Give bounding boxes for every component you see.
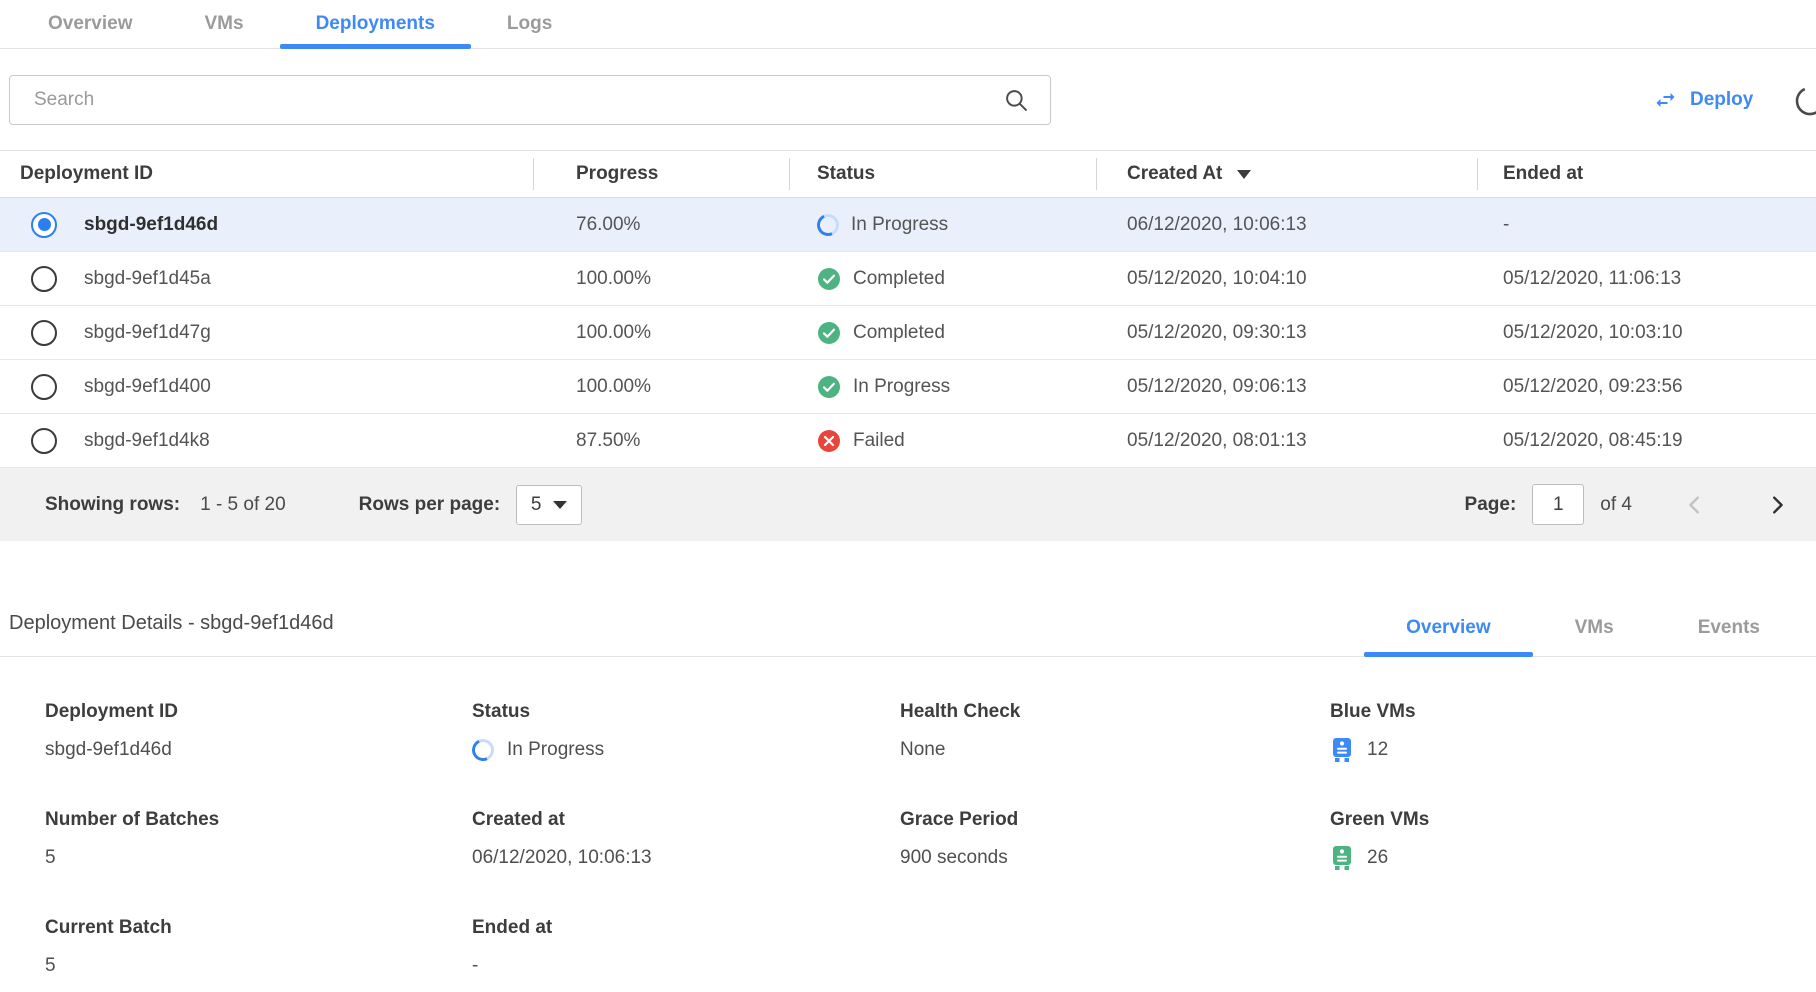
column-header-created-at[interactable]: Created At: [1096, 151, 1477, 197]
ended-at-cell: 05/12/2020, 10:03:10: [1477, 322, 1816, 344]
search-icon[interactable]: [1003, 87, 1029, 113]
table-pagination-bar: Showing rows: 1 - 5 of 20 Rows per page:…: [0, 468, 1816, 541]
row-radio-button[interactable]: [31, 320, 57, 346]
table-row[interactable]: sbgd-9ef1d45a 100.00% Completed 05/12/20…: [0, 252, 1816, 306]
deployment-id-cell: sbgd-9ef1d46d: [84, 214, 218, 236]
rows-per-page-label: Rows per page:: [359, 494, 500, 516]
created-at-cell: 06/12/2020, 10:06:13: [1096, 214, 1477, 236]
field-green-vms: Green VMs 26: [1330, 809, 1816, 871]
deployment-id-cell: sbgd-9ef1d400: [84, 376, 211, 398]
refresh-icon[interactable]: [1792, 83, 1816, 119]
tab-vms[interactable]: VMs: [169, 0, 280, 48]
page-total: of 4: [1600, 494, 1632, 516]
field-grace-period: Grace Period 900 seconds: [900, 809, 1330, 871]
sort-desc-icon: [1236, 168, 1252, 180]
green-vm-icon: [1330, 845, 1354, 871]
tab-overview[interactable]: Overview: [12, 0, 169, 48]
created-at-cell: 05/12/2020, 09:06:13: [1096, 376, 1477, 398]
field-health-check: Health Check None: [900, 701, 1330, 763]
search-input[interactable]: [9, 75, 1051, 125]
details-tab-overview[interactable]: Overview: [1364, 600, 1533, 656]
tab-deployments-label: Deployments: [316, 13, 435, 35]
previous-page-icon[interactable]: [1684, 494, 1706, 516]
column-header-progress: Progress: [533, 151, 789, 197]
status-cell: In Progress: [789, 375, 1096, 399]
ended-at-cell: 05/12/2020, 11:06:13: [1477, 268, 1816, 290]
deployments-table: Deployment ID Progress Status Created At…: [0, 150, 1816, 541]
deploy-button-label: Deploy: [1690, 89, 1753, 111]
row-radio-button[interactable]: [31, 212, 57, 238]
status-check-icon: [817, 321, 841, 345]
deploy-button[interactable]: Deploy: [1652, 88, 1753, 112]
details-header: Deployment Details - sbgd-9ef1d46d Overv…: [0, 600, 1816, 657]
pager: Page: of 4: [1465, 484, 1788, 525]
created-at-cell: 05/12/2020, 09:30:13: [1096, 322, 1477, 344]
tab-vms-label: VMs: [205, 13, 244, 35]
status-cell: In Progress: [789, 214, 1096, 236]
field-current-batch: Current Batch 5: [45, 917, 472, 979]
rows-per-page-select[interactable]: 5: [516, 485, 582, 525]
created-at-cell: 05/12/2020, 08:01:13: [1096, 430, 1477, 452]
tab-deployments[interactable]: Deployments: [280, 0, 471, 48]
tab-logs-label: Logs: [507, 13, 552, 35]
table-row[interactable]: sbgd-9ef1d400 100.00% In Progress 05/12/…: [0, 360, 1816, 414]
table-row[interactable]: sbgd-9ef1d47g 100.00% Completed 05/12/20…: [0, 306, 1816, 360]
toolbar: Deploy: [0, 75, 1816, 127]
row-radio-button[interactable]: [31, 428, 57, 454]
page-label: Page:: [1465, 494, 1517, 516]
field-created-at: Created at 06/12/2020, 10:06:13: [472, 809, 900, 871]
details-tab-events[interactable]: Events: [1656, 600, 1802, 656]
progress-cell: 100.00%: [533, 268, 789, 290]
details-tab-vms[interactable]: VMs: [1533, 600, 1656, 656]
status-spinner-icon: [814, 210, 842, 238]
table-row[interactable]: sbgd-9ef1d4k8 87.50% Failed 05/12/2020, …: [0, 414, 1816, 468]
progress-cell: 100.00%: [533, 322, 789, 344]
progress-cell: 100.00%: [533, 376, 789, 398]
main-tabbar: Overview VMs Deployments Logs: [0, 0, 1816, 49]
field-number-of-batches: Number of Batches 5: [45, 809, 472, 871]
field-status: Status In Progress: [472, 701, 900, 763]
column-header-status: Status: [789, 151, 1096, 197]
chevron-down-icon: [553, 501, 567, 509]
field-ended-at: Ended at -: [472, 917, 900, 979]
details-grid: Deployment ID sbgd-9ef1d46d Status In Pr…: [45, 701, 1816, 979]
search-box: [9, 75, 1051, 125]
page-number-input[interactable]: [1532, 484, 1584, 525]
blue-vm-icon: [1330, 737, 1354, 763]
deployment-id-cell: sbgd-9ef1d45a: [84, 268, 211, 290]
tab-logs[interactable]: Logs: [471, 0, 588, 48]
status-check-icon: [817, 267, 841, 291]
column-header-ended-at: Ended at: [1477, 151, 1816, 197]
field-deployment-id: Deployment ID sbgd-9ef1d46d: [45, 701, 472, 763]
status-cell: Completed: [789, 321, 1096, 345]
status-check-icon: [817, 375, 841, 399]
row-radio-button[interactable]: [31, 374, 57, 400]
deployment-id-cell: sbgd-9ef1d4k8: [84, 430, 210, 452]
ended-at-cell: -: [1477, 214, 1816, 236]
status-cell: Completed: [789, 267, 1096, 291]
status-spinner-icon: [469, 736, 497, 764]
table-row[interactable]: sbgd-9ef1d46d 76.00% In Progress 06/12/2…: [0, 198, 1816, 252]
status-failed-icon: [817, 429, 841, 453]
next-page-icon[interactable]: [1766, 494, 1788, 516]
swap-arrows-icon: [1652, 88, 1679, 112]
ended-at-cell: 05/12/2020, 09:23:56: [1477, 376, 1816, 398]
active-tab-underline: [1364, 652, 1533, 657]
ended-at-cell: 05/12/2020, 08:45:19: [1477, 430, 1816, 452]
active-tab-underline: [280, 44, 471, 49]
deployment-id-cell: sbgd-9ef1d47g: [84, 322, 211, 344]
field-blue-vms: Blue VMs 12: [1330, 701, 1816, 763]
showing-rows-value: 1 - 5 of 20: [200, 494, 286, 516]
progress-cell: 87.50%: [533, 430, 789, 452]
status-cell: Failed: [789, 429, 1096, 453]
details-tabbar: Overview VMs Events: [1364, 600, 1802, 656]
table-header-row: Deployment ID Progress Status Created At…: [0, 150, 1816, 198]
tab-overview-label: Overview: [48, 13, 133, 35]
column-header-deployment-id: Deployment ID: [0, 151, 533, 197]
created-at-cell: 05/12/2020, 10:04:10: [1096, 268, 1477, 290]
showing-rows-label: Showing rows:: [45, 494, 180, 516]
progress-cell: 76.00%: [533, 214, 789, 236]
details-title: Deployment Details - sbgd-9ef1d46d: [9, 612, 334, 635]
row-radio-button[interactable]: [31, 266, 57, 292]
